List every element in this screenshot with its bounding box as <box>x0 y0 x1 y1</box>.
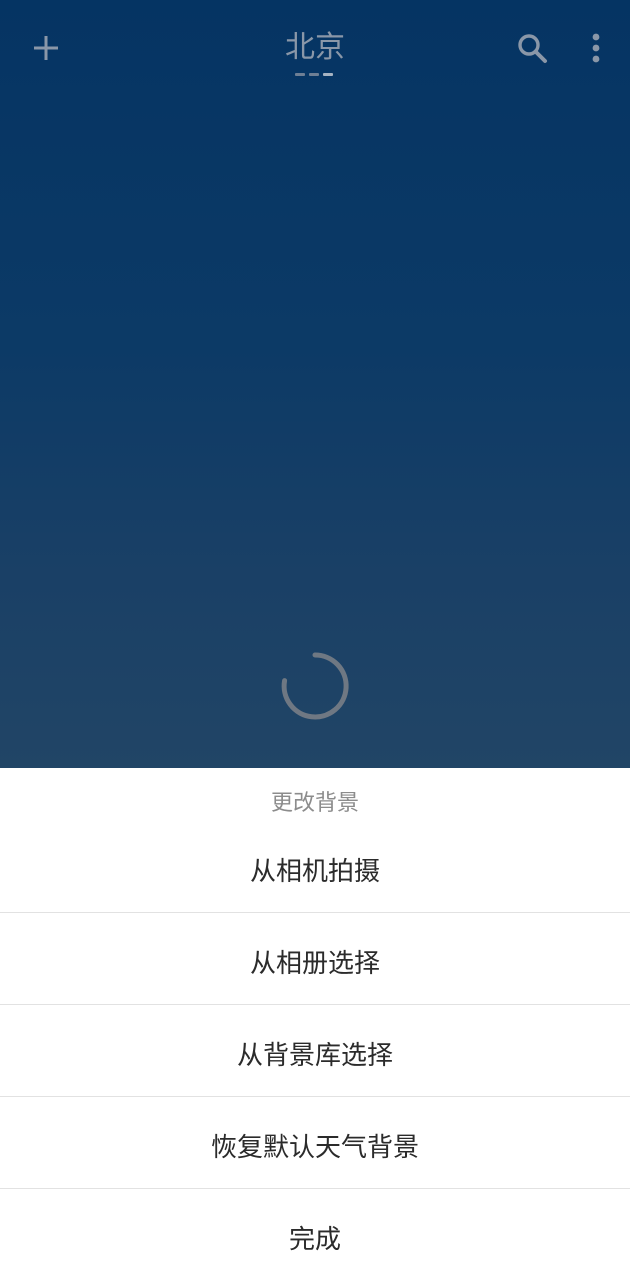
choose-from-library-option[interactable]: 从背景库选择 <box>0 1008 630 1098</box>
add-city-button[interactable] <box>26 28 66 68</box>
search-button[interactable] <box>510 26 554 70</box>
city-title[interactable]: 北京 <box>215 28 415 68</box>
screen: 北京 更改背景 从相机拍摄 从相册选择 从背景库选择 恢复默认天气背景 完成 <box>0 0 630 1280</box>
search-icon <box>518 34 547 63</box>
page-dot <box>295 73 305 76</box>
restore-default-background-option[interactable]: 恢复默认天气背景 <box>0 1100 630 1190</box>
plus-icon <box>34 36 58 60</box>
divider <box>0 912 630 913</box>
more-vertical-icon <box>592 33 600 63</box>
change-background-sheet: 更改背景 从相机拍摄 从相册选择 从背景库选择 恢复默认天气背景 完成 <box>0 768 630 1280</box>
sheet-title: 更改背景 <box>270 791 359 816</box>
more-button[interactable] <box>578 26 614 70</box>
loading-spinner-icon <box>281 652 349 720</box>
divider <box>0 1096 630 1097</box>
take-photo-option[interactable]: 从相机拍摄 <box>0 824 630 914</box>
divider <box>0 1188 630 1189</box>
top-bar: 北京 <box>0 0 630 100</box>
page-dot-active <box>323 73 333 76</box>
page-indicator <box>295 73 333 76</box>
choose-from-album-option[interactable]: 从相册选择 <box>0 916 630 1006</box>
done-button[interactable]: 完成 <box>0 1192 630 1280</box>
page-dot <box>309 73 319 76</box>
divider <box>0 1004 630 1005</box>
loading-spinner <box>280 651 350 721</box>
